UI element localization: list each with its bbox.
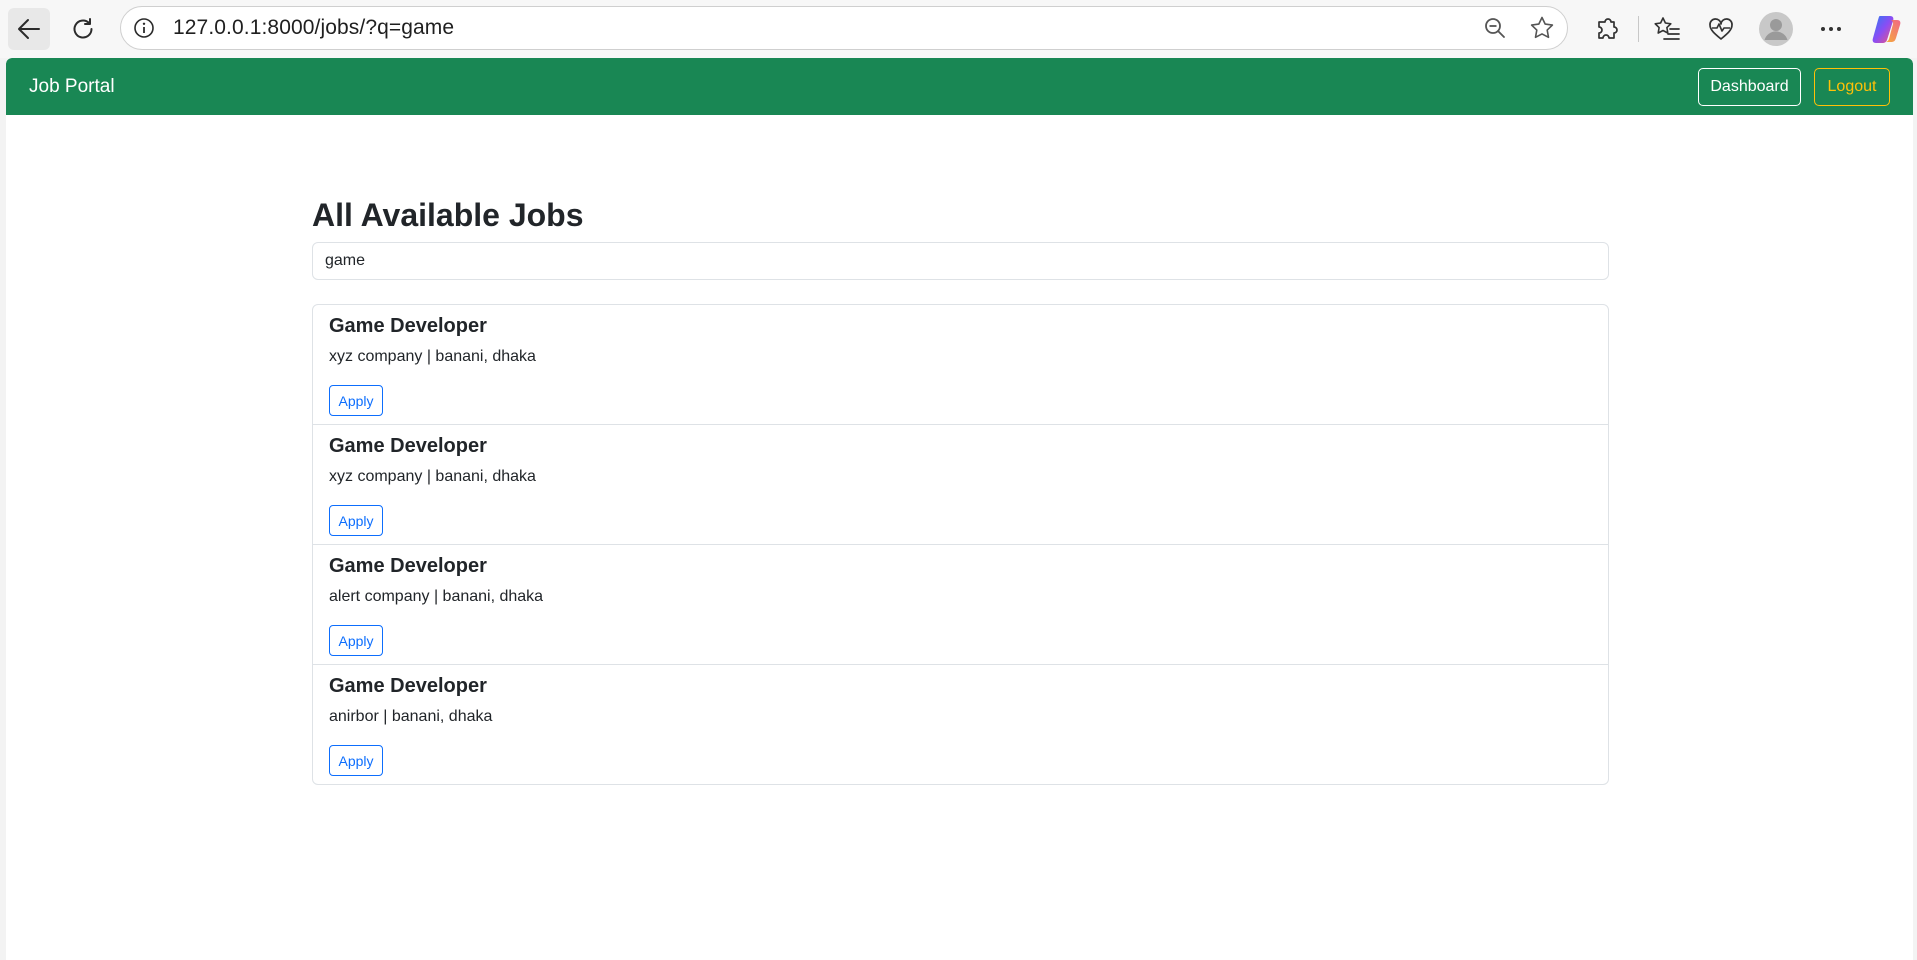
site-info-icon[interactable] <box>133 17 155 39</box>
job-company-location: xyz company | banani, dhaka <box>329 348 536 365</box>
job-list-item: Game Developer anirbor | banani, dhaka A… <box>313 665 1608 784</box>
job-list: Game Developer xyz company | banani, dha… <box>312 304 1609 785</box>
favorite-star-icon[interactable] <box>1529 15 1555 41</box>
job-search-input[interactable] <box>312 242 1609 280</box>
reload-icon <box>73 18 93 39</box>
job-company-location: alert company | banani, dhaka <box>329 588 544 605</box>
zoom-out-icon[interactable] <box>1483 16 1507 40</box>
app-navbar: Job Portal Dashboard Logout <box>6 58 1913 115</box>
apply-button[interactable]: Apply <box>329 385 383 416</box>
apply-button[interactable]: Apply <box>329 745 383 776</box>
apply-button[interactable]: Apply <box>329 625 383 656</box>
address-bar[interactable]: 127.0.0.1:8000/jobs/?q=game <box>120 6 1568 50</box>
apply-button[interactable]: Apply <box>329 505 383 536</box>
more-options-icon[interactable] <box>1816 14 1846 44</box>
back-button[interactable] <box>8 8 50 50</box>
job-list-item: Game Developer xyz company | banani, dha… <box>313 425 1608 545</box>
extensions-icon[interactable] <box>1592 14 1622 44</box>
toolbar-divider <box>1638 16 1639 42</box>
job-title: Game Developer <box>329 675 487 697</box>
dashboard-button[interactable]: Dashboard <box>1698 68 1801 106</box>
job-title: Game Developer <box>329 435 487 457</box>
browser-essentials-icon[interactable] <box>1706 14 1736 44</box>
back-arrow-icon <box>18 19 40 39</box>
url-text[interactable]: 127.0.0.1:8000/jobs/?q=game <box>173 7 454 49</box>
job-title: Game Developer <box>329 315 487 337</box>
job-title: Game Developer <box>329 555 487 577</box>
reload-button[interactable] <box>62 8 104 50</box>
page-title: All Available Jobs <box>312 197 584 233</box>
logout-button[interactable]: Logout <box>1814 68 1890 106</box>
browser-toolbar: 127.0.0.1:8000/jobs/?q=game <box>0 0 1917 58</box>
navbar-brand[interactable]: Job Portal <box>29 58 115 115</box>
copilot-icon[interactable] <box>1870 12 1904 46</box>
page-viewport: Job Portal Dashboard Logout All Availabl… <box>6 58 1913 960</box>
job-list-item: Game Developer alert company | banani, d… <box>313 545 1608 665</box>
favorites-icon[interactable] <box>1652 14 1682 44</box>
profile-avatar-icon[interactable] <box>1758 11 1794 47</box>
job-company-location: xyz company | banani, dhaka <box>329 468 536 485</box>
job-company-location: anirbor | banani, dhaka <box>329 708 493 725</box>
job-list-item: Game Developer xyz company | banani, dha… <box>313 305 1608 425</box>
